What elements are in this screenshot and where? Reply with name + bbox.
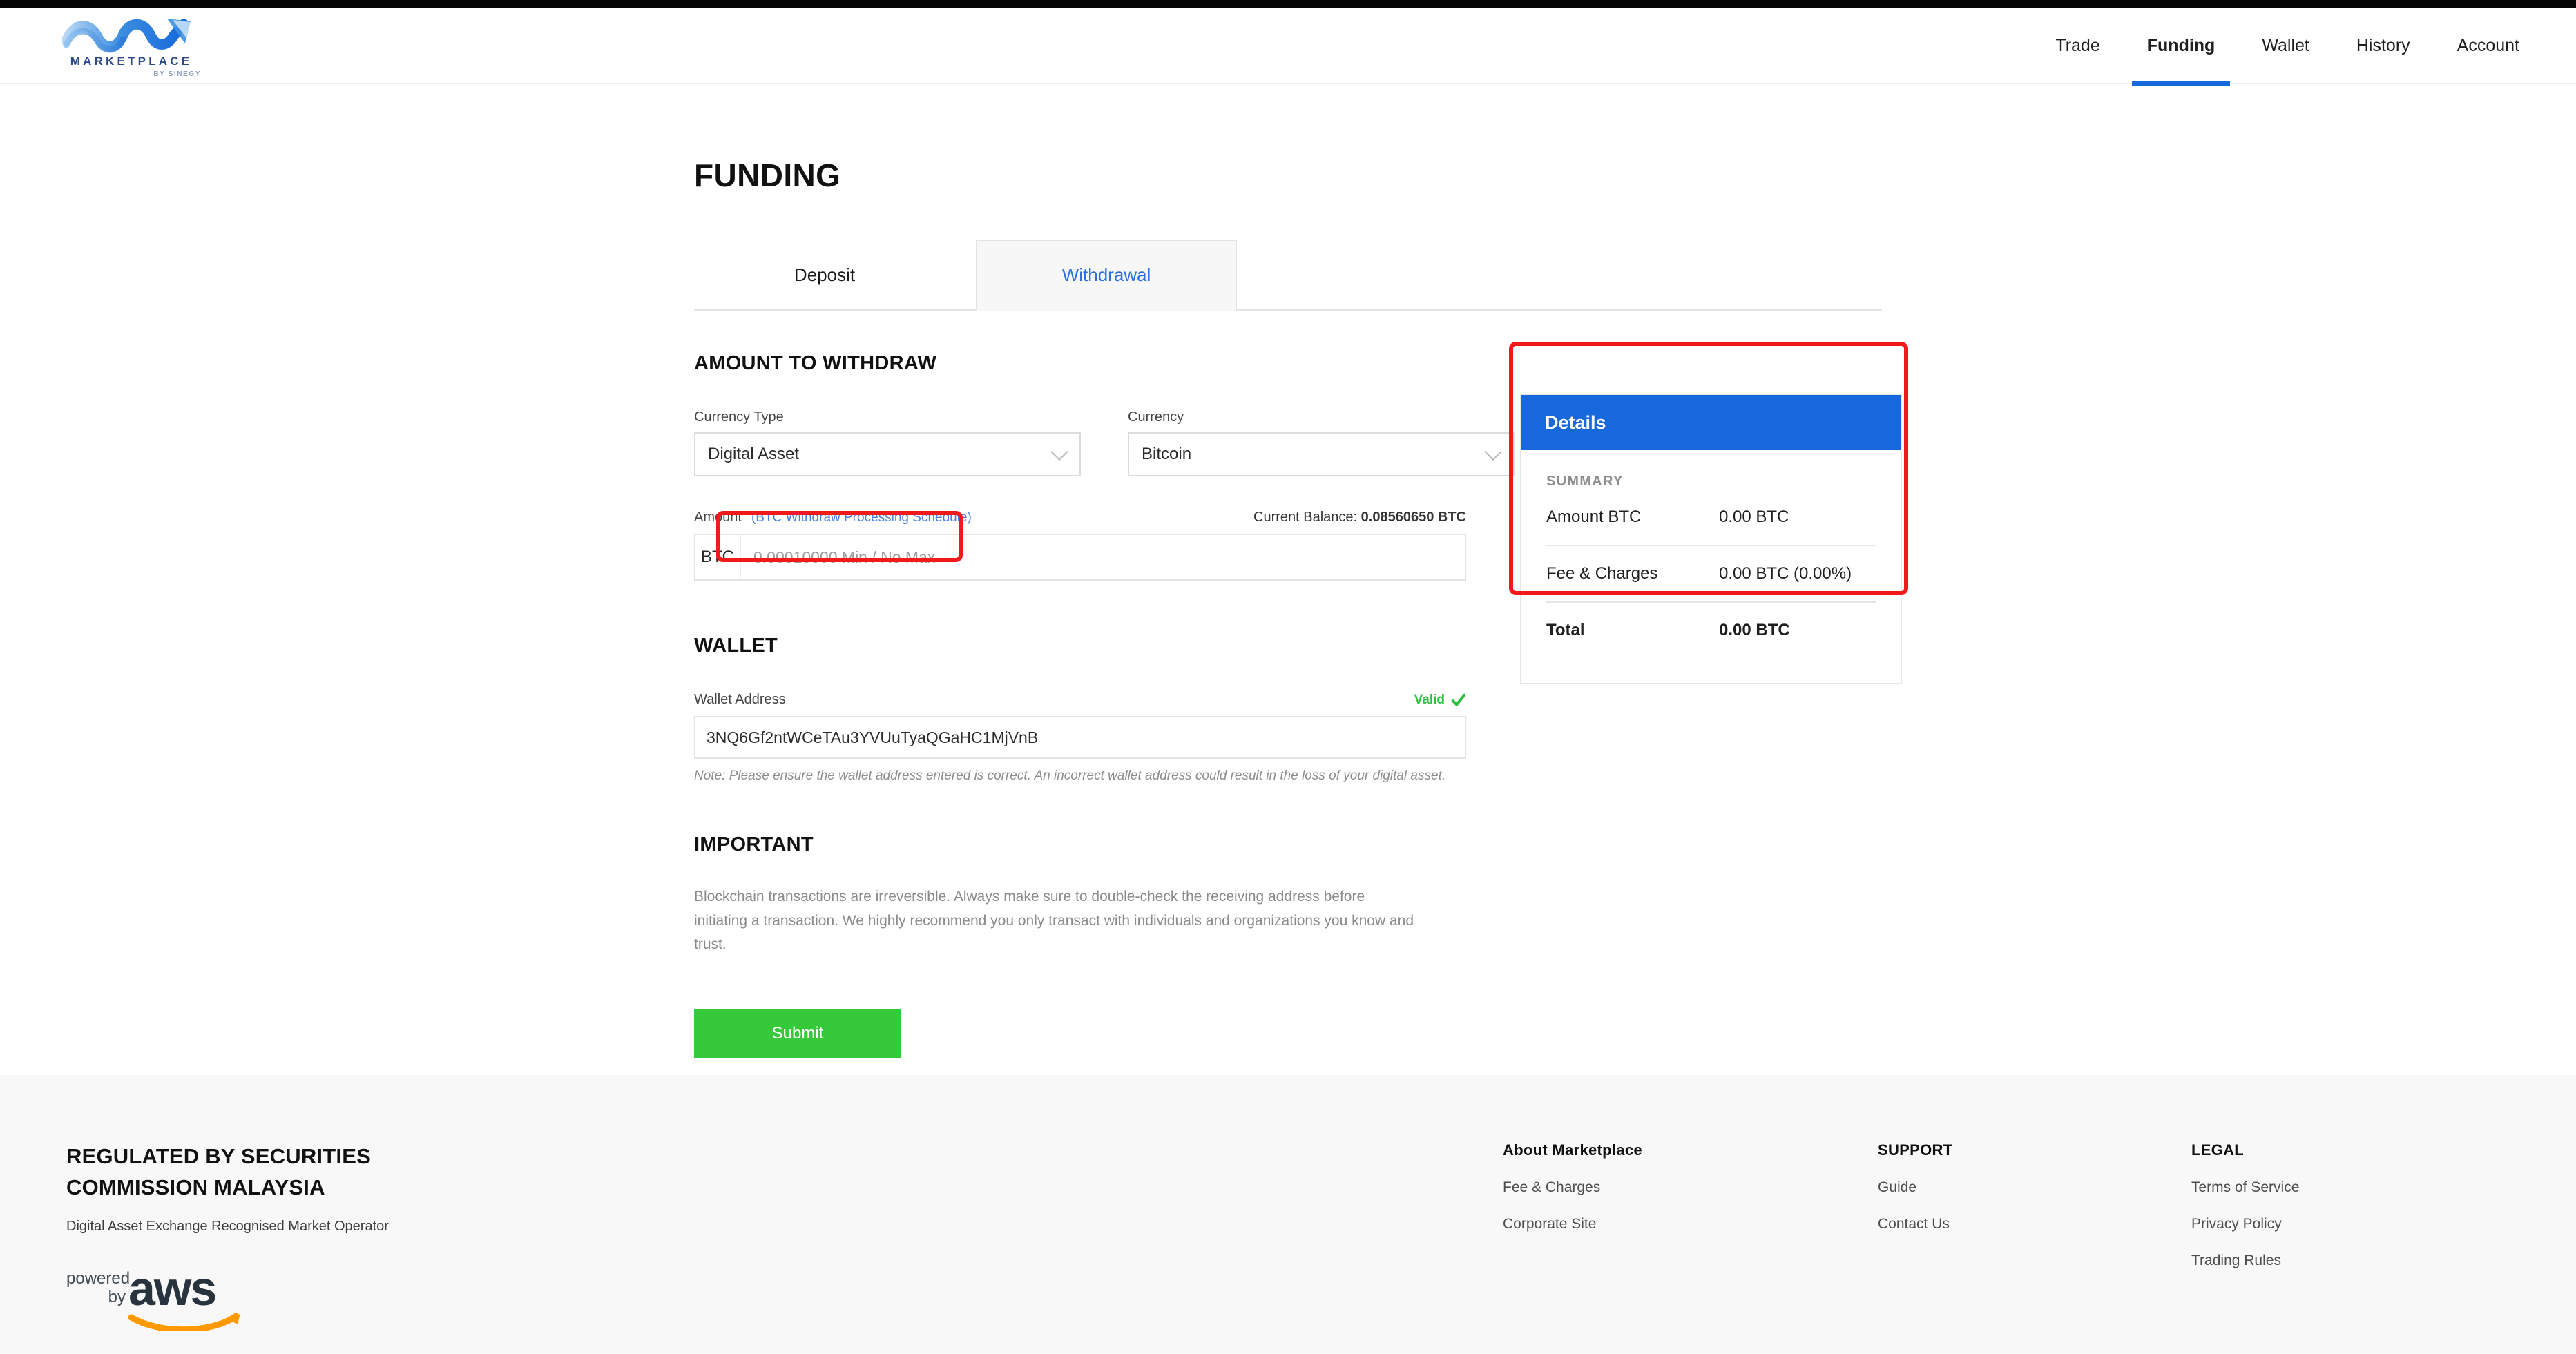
wallet-validity-indicator: Valid	[1414, 693, 1466, 708]
current-balance-value: 0.08560650 BTC	[1361, 510, 1466, 525]
content-container: FUNDING Deposit Withdrawal AMOUNT TO WIT…	[694, 157, 1902, 1058]
btc-withdraw-schedule-link[interactable]: (BTC Withdraw Processing Schedule)	[751, 510, 972, 525]
tab-withdrawal[interactable]: Withdrawal	[976, 240, 1237, 311]
detail-row-total: Total 0.00 BTC	[1546, 601, 1876, 658]
footer-link-contact-us[interactable]: Contact Us	[1878, 1216, 1952, 1232]
details-panel: Details SUMMARY Amount BTC 0.00 BTC Fee …	[1520, 394, 1902, 684]
footer-column-title: SUPPORT	[1878, 1141, 1953, 1159]
footer-regulatory-title-line1: REGULATED BY SECURITIES	[66, 1144, 371, 1168]
current-balance: Current Balance: 0.08560650 BTC	[1253, 510, 1466, 525]
footer-link-privacy-policy[interactable]: Privacy Policy	[2191, 1216, 2299, 1232]
wallet-address-note: Note: Please ensure the wallet address e…	[694, 768, 1446, 783]
footer-link-guide[interactable]: Guide	[1878, 1179, 1952, 1196]
important-section-title: IMPORTANT	[694, 833, 814, 855]
important-section: IMPORTANT Blockchain transactions are ir…	[694, 833, 1882, 957]
footer-column-title: LEGAL	[2191, 1141, 2245, 1159]
footer-link-fee-charges[interactable]: Fee & Charges	[1503, 1179, 1642, 1196]
currency-type-label: Currency Type	[694, 409, 784, 425]
wallet-address-label: Wallet Address	[694, 692, 786, 707]
nav-item-trade[interactable]: Trade	[2032, 8, 2123, 84]
footer-column-support: SUPPORT Guide Contact Us	[1878, 1141, 1952, 1232]
nav-item-wallet[interactable]: Wallet	[2238, 8, 2333, 84]
logo-tagline: BY SINEGY	[153, 70, 201, 78]
amount-section-title: AMOUNT TO WITHDRAW	[694, 352, 937, 374]
chevron-down-icon	[1050, 443, 1068, 461]
footer-column-title: About Marketplace	[1503, 1141, 1642, 1159]
important-text: Blockchain transactions are irreversible…	[694, 889, 1414, 953]
footer-regulatory-subtitle: Digital Asset Exchange Recognised Market…	[66, 1218, 389, 1234]
logo-wordmark: MARKETPLACE	[70, 55, 193, 68]
footer-link-corporate-site[interactable]: Corporate Site	[1503, 1216, 1642, 1232]
currency-type-field: Currency Type Digital Asset	[694, 409, 1081, 476]
marketplace-logo[interactable]: MARKETPLACE BY SINEGY	[52, 17, 211, 82]
site-footer: REGULATED BY SECURITIES COMMISSION MALAY…	[0, 1075, 2576, 1354]
submit-button[interactable]: Submit	[694, 1009, 901, 1058]
aws-brand-icon: aws	[128, 1262, 240, 1331]
amount-currency-prefix: BTC	[695, 535, 741, 579]
aws-powered-word: powered	[66, 1268, 131, 1288]
summary-label: SUMMARY	[1546, 474, 1624, 489]
withdrawal-form: AMOUNT TO WITHDRAW Currency Type Digital…	[694, 352, 1902, 1058]
amount-input-group: BTC	[694, 534, 1466, 581]
nav-label: Funding	[2146, 36, 2215, 55]
aws-powered-by-text: powered by	[66, 1268, 131, 1307]
currency-label: Currency	[1128, 409, 1184, 425]
amount-label: Amount	[694, 510, 742, 525]
footer-regulatory-block: REGULATED BY SECURITIES COMMISSION MALAY…	[66, 1141, 564, 1331]
nav-item-account[interactable]: Account	[2434, 8, 2543, 84]
detail-value: 0.00 BTC	[1719, 621, 1790, 639]
nav-label: Trade	[2055, 36, 2100, 55]
page-content: FUNDING Deposit Withdrawal AMOUNT TO WIT…	[0, 84, 2576, 1058]
currency-select[interactable]: Bitcoin	[1128, 432, 1515, 476]
currency-type-select[interactable]: Digital Asset	[694, 432, 1081, 476]
logo-wave-icon	[61, 17, 200, 53]
current-balance-label: Current Balance:	[1253, 510, 1358, 525]
footer-regulatory-title-line2: COMMISSION MALAYSIA	[66, 1174, 325, 1199]
detail-row-fee: Fee & Charges 0.00 BTC (0.00%)	[1546, 545, 1876, 601]
detail-row-amount: Amount BTC 0.00 BTC	[1546, 490, 1876, 545]
tab-label: Withdrawal	[1061, 264, 1151, 285]
details-panel-header: Details	[1521, 395, 1901, 450]
detail-value: 0.00 BTC	[1719, 507, 1789, 526]
nav-label: Account	[2457, 36, 2519, 55]
chevron-down-icon	[1484, 443, 1502, 461]
aws-logo: powered by aws	[66, 1262, 267, 1331]
browser-chrome-strip	[0, 0, 2576, 8]
footer-link-trading-rules[interactable]: Trading Rules	[2191, 1253, 2299, 1269]
nav-label: History	[2356, 36, 2410, 55]
detail-key: Total	[1546, 621, 1585, 639]
amount-header-row: Amount (BTC Withdraw Processing Schedule…	[694, 510, 1466, 525]
tab-label: Deposit	[794, 264, 856, 285]
footer-column-about: About Marketplace Fee & Charges Corporat…	[1503, 1141, 1642, 1232]
details-panel-body: SUMMARY Amount BTC 0.00 BTC Fee & Charge…	[1521, 450, 1901, 683]
svg-text:aws: aws	[128, 1262, 215, 1315]
funding-tabs: Deposit Withdrawal	[694, 240, 1882, 311]
aws-by-word: by	[108, 1288, 126, 1307]
detail-key: Amount BTC	[1546, 507, 1642, 526]
site-header: MARKETPLACE BY SINEGY Trade Funding Wall…	[0, 8, 2576, 86]
wallet-header-row: Wallet Address Valid	[694, 692, 1466, 708]
valid-text: Valid	[1414, 693, 1445, 707]
currency-value: Bitcoin	[1142, 445, 1192, 463]
page-title: FUNDING	[694, 157, 841, 193]
footer-link-terms-of-service[interactable]: Terms of Service	[2191, 1179, 2299, 1196]
footer-regulatory-title: REGULATED BY SECURITIES COMMISSION MALAY…	[66, 1141, 564, 1203]
detail-key: Fee & Charges	[1546, 564, 1658, 583]
nav-item-history[interactable]: History	[2333, 8, 2434, 84]
nav-label: Wallet	[2262, 36, 2309, 55]
currency-field: Currency Bitcoin	[1128, 409, 1515, 476]
footer-column-legal: LEGAL Terms of Service Privacy Policy Tr…	[2191, 1141, 2299, 1269]
main-nav: Trade Funding Wallet History Account	[2032, 8, 2543, 86]
detail-value: 0.00 BTC (0.00%)	[1719, 564, 1852, 583]
page-root: MARKETPLACE BY SINEGY Trade Funding Wall…	[0, 0, 2576, 1354]
amount-input[interactable]	[741, 535, 1465, 579]
currency-type-value: Digital Asset	[708, 445, 800, 463]
wallet-address-input[interactable]	[694, 716, 1466, 759]
tab-deposit[interactable]: Deposit	[694, 240, 955, 311]
nav-item-funding[interactable]: Funding	[2124, 8, 2239, 86]
check-icon	[1451, 693, 1466, 708]
